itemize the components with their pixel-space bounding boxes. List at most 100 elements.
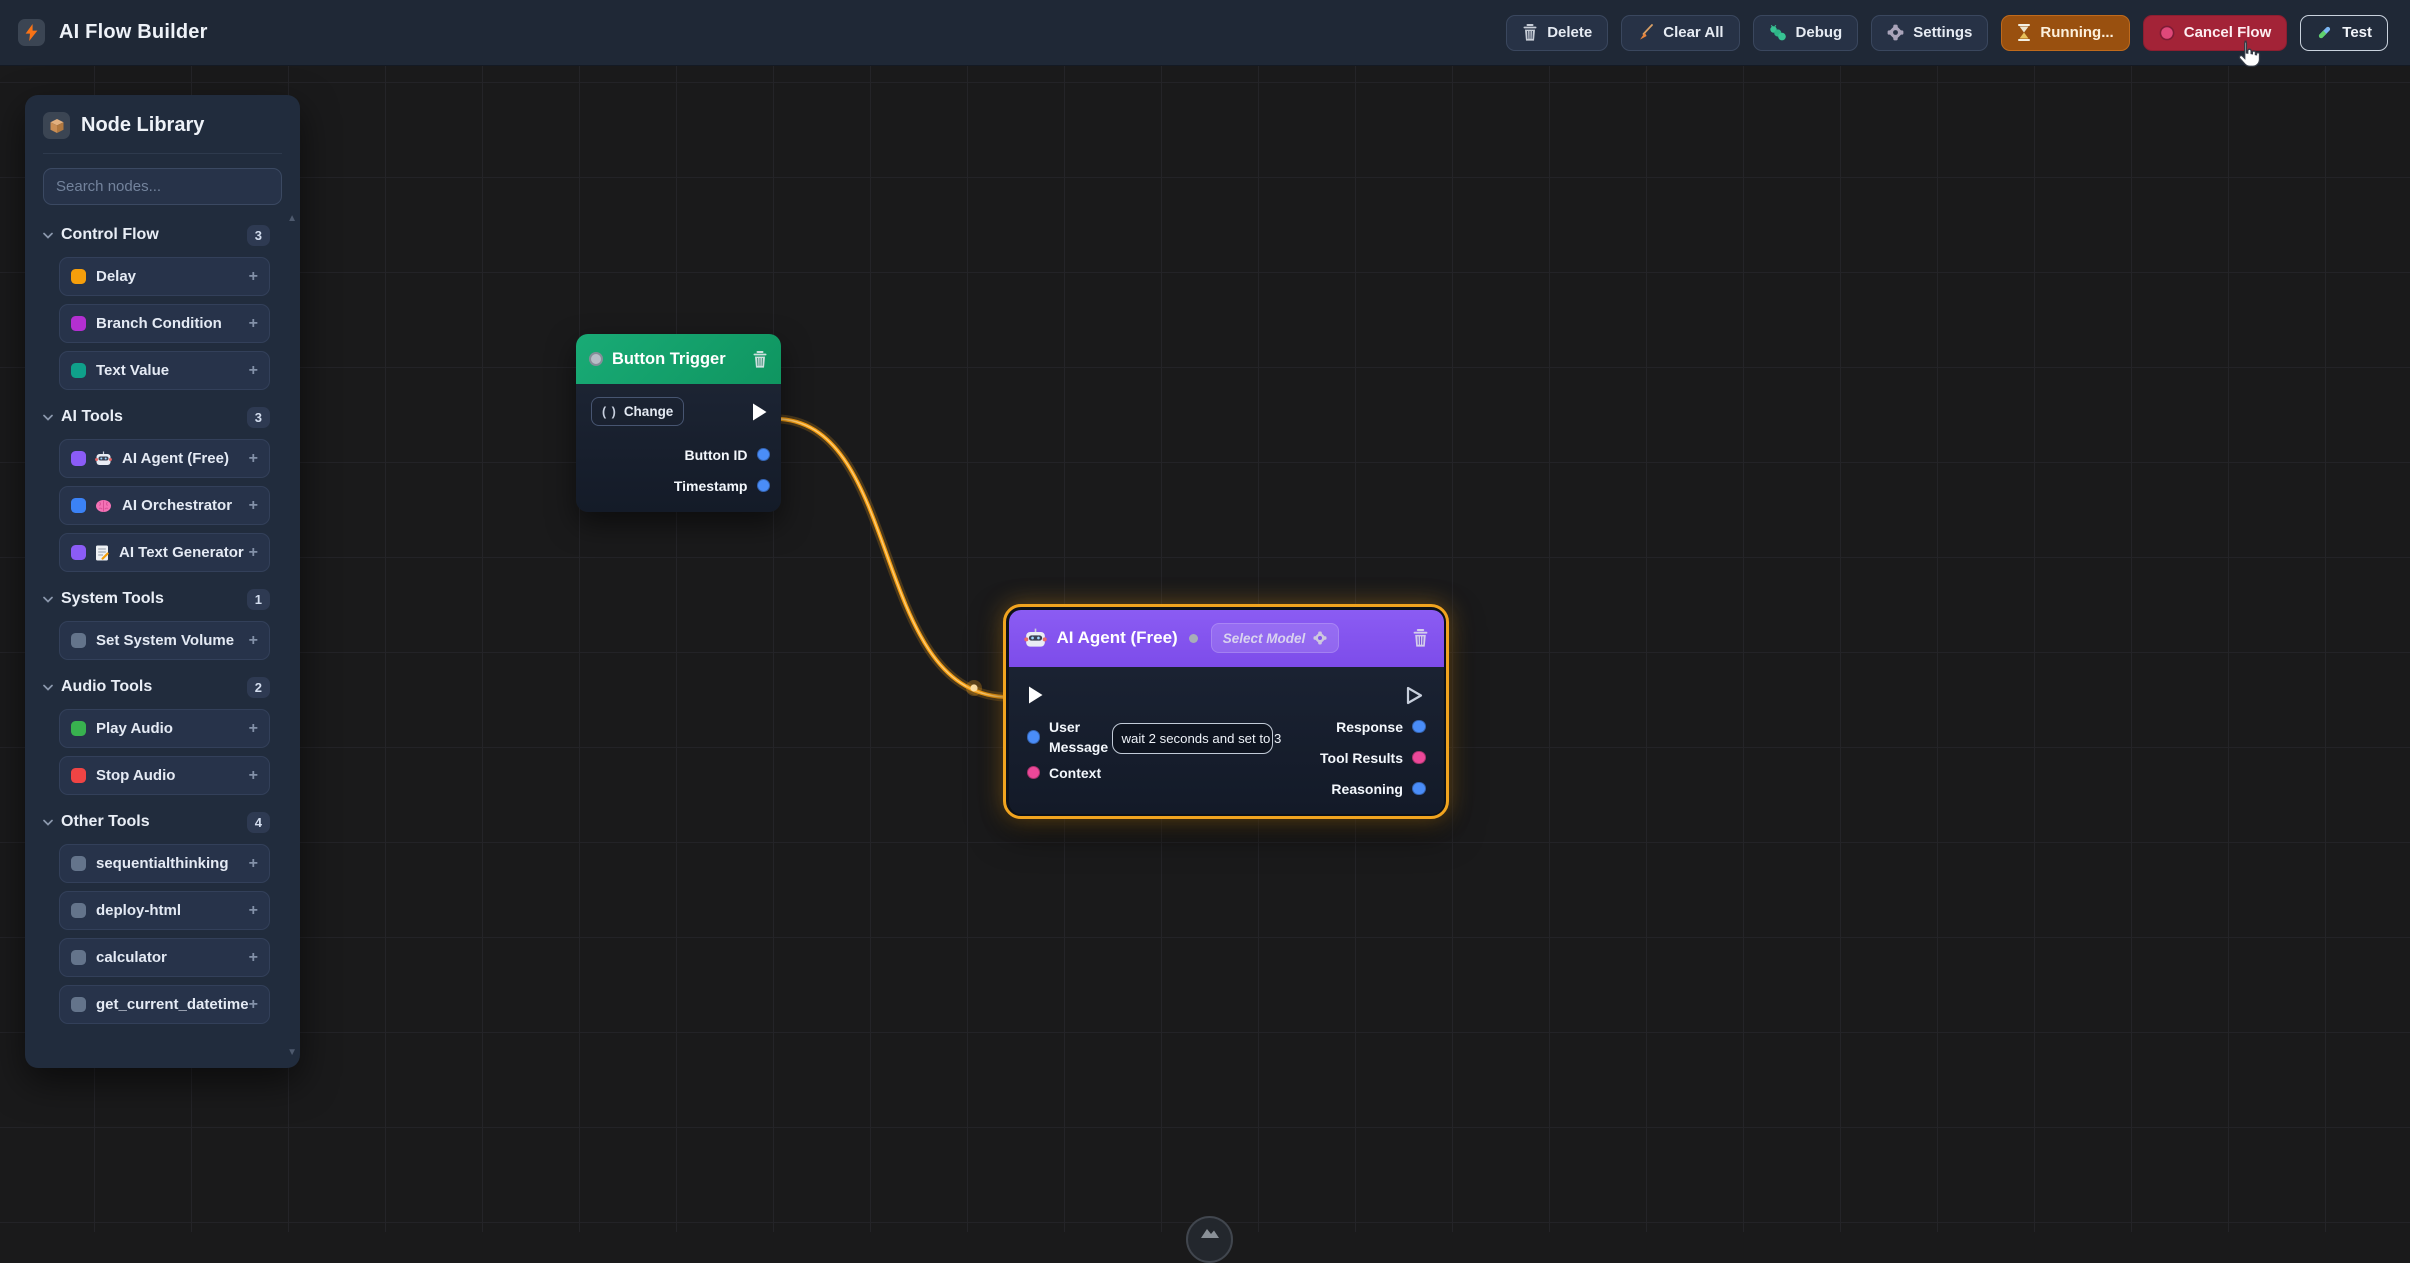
select-model-button[interactable]: Select Model xyxy=(1211,623,1340,653)
node-library-panel: Node Library Control Flow 3 Delay + Bran… xyxy=(25,95,300,1068)
add-node-button[interactable]: + xyxy=(249,268,258,286)
button-trigger-body: ( ) Change Button ID Timestamp xyxy=(576,384,781,512)
lightning-bolt-icon xyxy=(24,24,39,41)
delete-button[interactable]: Delete xyxy=(1506,15,1608,51)
button-trigger-header[interactable]: Button Trigger xyxy=(576,334,781,384)
canvas-fab-button[interactable] xyxy=(1186,1216,1233,1263)
node-item-calculator[interactable]: calculator + xyxy=(59,938,270,977)
chevron-down-icon xyxy=(43,414,53,421)
output-port-timestamp[interactable] xyxy=(757,479,771,493)
scroll-up-arrow[interactable]: ▲ xyxy=(287,213,297,224)
port-label: Timestamp xyxy=(674,478,748,494)
select-model-label: Select Model xyxy=(1223,631,1306,646)
gear-icon xyxy=(1887,24,1904,41)
exec-output-port[interactable] xyxy=(1405,685,1424,706)
trigger-status-dot[interactable] xyxy=(589,352,603,366)
test-tube-icon xyxy=(2316,24,2333,41)
add-node-button[interactable]: + xyxy=(249,996,258,1014)
node-item-sequentialthinking[interactable]: sequentialthinking + xyxy=(59,844,270,883)
test-button-label: Test xyxy=(2342,24,2372,41)
robot-icon xyxy=(95,451,112,466)
add-node-button[interactable]: + xyxy=(249,497,258,515)
hourglass-icon xyxy=(2017,24,2031,41)
chevron-down-icon xyxy=(43,684,53,691)
node-item-text-value[interactable]: Text Value + xyxy=(59,351,270,390)
add-node-button[interactable]: + xyxy=(249,720,258,738)
node-item-set-system-volume[interactable]: Set System Volume + xyxy=(59,621,270,660)
category-system-tools[interactable]: System Tools 1 xyxy=(43,585,282,613)
node-item-branch-condition[interactable]: Branch Condition + xyxy=(59,304,270,343)
output-port-button-id[interactable] xyxy=(757,448,771,462)
node-item-stop-audio[interactable]: Stop Audio + xyxy=(59,756,270,795)
trash-icon[interactable] xyxy=(752,351,768,368)
input-port-user-message[interactable] xyxy=(1027,730,1041,744)
clear-all-button-label: Clear All xyxy=(1663,24,1723,41)
output-port-response[interactable] xyxy=(1412,720,1426,734)
output-port-tool-results[interactable] xyxy=(1412,751,1426,765)
node-item-ai-agent-free[interactable]: AI Agent (Free) + xyxy=(59,439,270,478)
mountains-icon xyxy=(1200,1225,1220,1239)
topbar-actions: Delete Clear All Debug Settings Running.… xyxy=(1506,15,2388,51)
output-port-row: Timestamp xyxy=(576,470,781,501)
add-node-button[interactable]: + xyxy=(249,855,258,873)
clear-all-button[interactable]: Clear All xyxy=(1621,15,1739,51)
add-node-button[interactable]: + xyxy=(249,315,258,333)
chevron-down-icon xyxy=(43,819,53,826)
running-status-button[interactable]: Running... xyxy=(2001,15,2129,51)
user-message-input[interactable]: wait 2 seconds and set to 3 xyxy=(1112,723,1273,754)
node-library-header: Node Library xyxy=(43,112,282,139)
running-status-label: Running... xyxy=(2040,24,2113,41)
node-item-label: AI Orchestrator xyxy=(122,497,232,514)
add-node-button[interactable]: + xyxy=(249,544,258,562)
color-swatch xyxy=(71,316,86,331)
cancel-flow-button[interactable]: Cancel Flow xyxy=(2143,15,2288,51)
color-swatch xyxy=(71,269,86,284)
change-button[interactable]: ( ) Change xyxy=(591,397,684,426)
add-node-button[interactable]: + xyxy=(249,450,258,468)
input-port-context[interactable] xyxy=(1027,766,1041,780)
node-item-play-audio[interactable]: Play Audio + xyxy=(59,709,270,748)
node-item-ai-orchestrator[interactable]: AI Orchestrator + xyxy=(59,486,270,525)
divider xyxy=(43,153,282,154)
add-node-button[interactable]: + xyxy=(249,902,258,920)
button-trigger-node[interactable]: Button Trigger ( ) Change Button ID Time… xyxy=(576,334,781,512)
exec-input-port[interactable] xyxy=(1027,685,1044,705)
color-swatch xyxy=(71,903,86,918)
add-node-button[interactable]: + xyxy=(249,632,258,650)
category-control-flow[interactable]: Control Flow 3 xyxy=(43,221,282,249)
node-item-delay[interactable]: Delay + xyxy=(59,257,270,296)
node-item-ai-text-generator[interactable]: AI Text Generator + xyxy=(59,533,270,572)
node-item-get-current-datetime[interactable]: get_current_datetime + xyxy=(59,985,270,1024)
node-item-deploy-html[interactable]: deploy-html + xyxy=(59,891,270,930)
add-node-button[interactable]: + xyxy=(249,949,258,967)
ai-agent-header[interactable]: AI Agent (Free) Select Model xyxy=(1009,610,1444,667)
output-port-row: Tool Results xyxy=(1320,750,1425,766)
category-ai-tools[interactable]: AI Tools 3 xyxy=(43,403,282,431)
category-other-tools[interactable]: Other Tools 4 xyxy=(43,808,282,836)
category-audio-tools[interactable]: Audio Tools 2 xyxy=(43,673,282,701)
color-swatch xyxy=(71,997,86,1012)
scroll-down-arrow[interactable]: ▼ xyxy=(287,1047,297,1058)
port-label: User Message xyxy=(1049,717,1121,758)
test-button[interactable]: Test xyxy=(2300,15,2388,51)
add-node-button[interactable]: + xyxy=(249,362,258,380)
output-port-reasoning[interactable] xyxy=(1412,782,1426,796)
category-items: AI Agent (Free) + AI Orchestrator + AI T… xyxy=(43,439,282,572)
add-node-button[interactable]: + xyxy=(249,767,258,785)
exec-output-port[interactable] xyxy=(751,402,768,422)
category-items: Play Audio + Stop Audio + xyxy=(43,709,282,795)
port-label: Reasoning xyxy=(1331,781,1403,797)
topbar: AI Flow Builder Delete Clear All Debug S… xyxy=(0,0,2410,66)
debug-button[interactable]: Debug xyxy=(1753,15,1859,51)
settings-button[interactable]: Settings xyxy=(1871,15,1988,51)
ai-agent-node[interactable]: AI Agent (Free) Select Model User Mess xyxy=(1003,604,1449,819)
package-icon xyxy=(43,112,70,139)
category-count-badge: 2 xyxy=(247,677,270,698)
category-items: Set System Volume + xyxy=(43,621,282,660)
output-port-row: Reasoning xyxy=(1331,781,1425,797)
category-label: Control Flow xyxy=(61,226,159,244)
search-input[interactable] xyxy=(43,168,282,205)
node-item-label: AI Text Generator xyxy=(119,544,244,561)
trash-icon[interactable] xyxy=(1412,629,1429,647)
port-label: Tool Results xyxy=(1320,750,1403,766)
